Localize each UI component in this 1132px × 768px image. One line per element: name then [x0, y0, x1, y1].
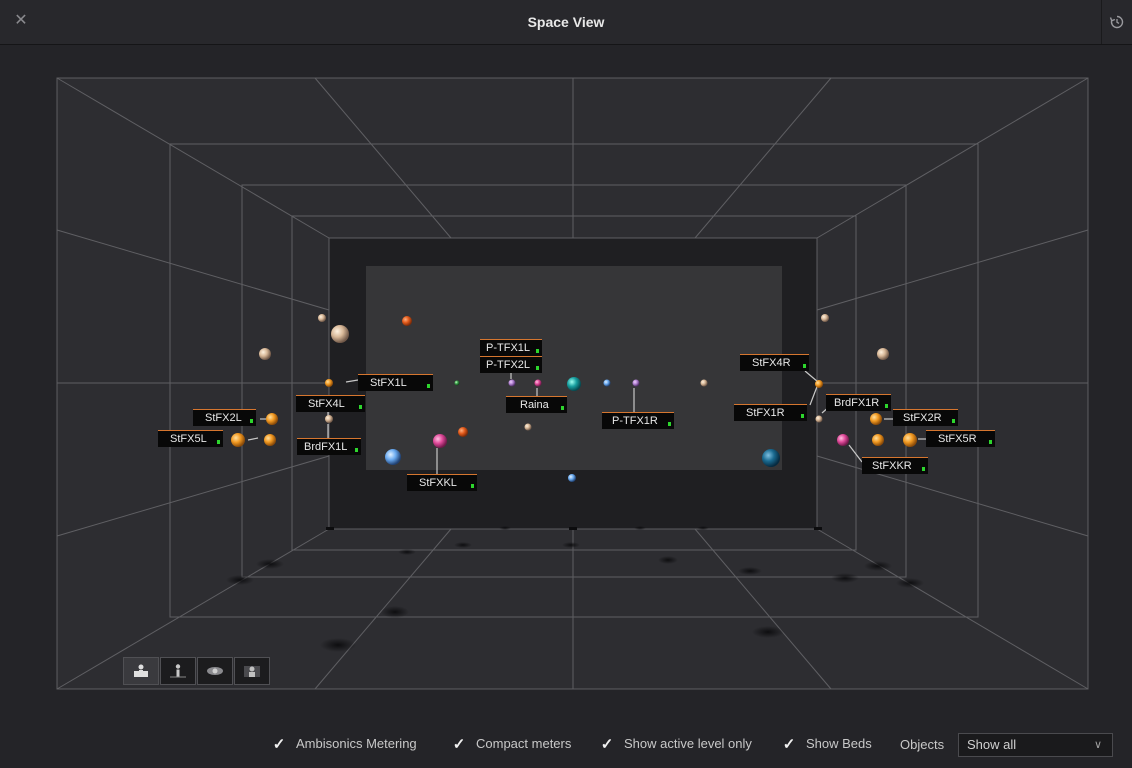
object-label-text: Raina	[520, 399, 549, 411]
front-view-icon	[134, 664, 148, 677]
object-label[interactable]: StFX1R	[734, 404, 807, 421]
level-meter	[470, 484, 474, 488]
object-label[interactable]: StFX2L	[193, 409, 256, 426]
object-label-text: BrdFX1L	[304, 441, 348, 453]
object-label-text: StFX1R	[746, 407, 785, 419]
checkmark-icon: ✓	[782, 735, 796, 753]
object-label[interactable]: StFX5L	[158, 430, 223, 447]
level-meter	[951, 419, 955, 423]
object-label-text: StFX5L	[170, 433, 207, 445]
objects-label: Objects	[900, 737, 945, 752]
object-label-text: StFX1L	[370, 377, 407, 389]
object-label[interactable]: StFX2R	[893, 409, 958, 426]
level-meter	[358, 405, 362, 409]
space-view-viewport[interactable]: P-TFX1L P-TFX2L Raina P-TFX1R StFX1L StF…	[0, 0, 1132, 768]
object-label[interactable]: StFXKR	[862, 457, 928, 474]
rear-view-icon	[244, 666, 260, 677]
object-label[interactable]: Raina	[506, 396, 567, 413]
object-label-text: P-TFX1L	[486, 342, 531, 354]
rear-view-button[interactable]	[234, 657, 270, 685]
object-label-text: StFX4R	[752, 357, 791, 369]
level-meter	[988, 440, 992, 444]
object-label[interactable]: P-TFX2L	[480, 356, 543, 373]
checkmark-icon: ✓	[452, 735, 466, 753]
footer-options: ✓ Ambisonics Metering ✓ Compact meters ✓…	[0, 722, 1132, 768]
checkmark-icon: ✓	[272, 735, 286, 753]
object-label[interactable]: StFX5R	[926, 430, 995, 447]
object-label-text: StFXKL	[419, 477, 457, 489]
object-label-text: StFXKR	[872, 460, 912, 472]
level-meter	[560, 406, 564, 410]
level-meter	[536, 349, 540, 353]
checkbox-label: Ambisonics Metering	[296, 736, 417, 751]
object-label[interactable]: P-TFX1R	[602, 412, 674, 429]
front-view-button[interactable]	[123, 657, 159, 685]
window-title: Space View	[527, 14, 605, 30]
objects-select-value: Show all	[967, 737, 1017, 752]
level-meter	[249, 419, 253, 423]
chevron-down-icon: ∨	[1093, 739, 1102, 751]
checkbox-label: Show active level only	[624, 736, 752, 751]
object-label-text: StFX4L	[308, 398, 345, 410]
level-meter	[667, 422, 671, 426]
compact-meters-checkbox[interactable]: ✓ Compact meters	[452, 735, 572, 753]
object-label-text: P-TFX1R	[612, 415, 658, 427]
object-label-text: StFX2R	[903, 412, 942, 424]
object-label[interactable]: StFX1L	[358, 374, 433, 391]
object-label[interactable]: BrdFX1R	[826, 394, 892, 411]
level-meter	[216, 440, 220, 444]
object-label[interactable]: P-TFX1L	[480, 339, 543, 356]
show-active-level-only-checkbox[interactable]: ✓ Show active level only	[600, 735, 752, 753]
object-label[interactable]: StFXKL	[407, 474, 477, 491]
object-label-text: BrdFX1R	[834, 397, 880, 409]
object-label-text: StFX5R	[938, 433, 977, 445]
title-bar: ✕ Space View	[0, 0, 1132, 45]
top-view-button[interactable]	[197, 657, 233, 685]
objects-select[interactable]: Show all ∨	[958, 733, 1113, 757]
checkbox-label: Show Beds	[806, 736, 872, 751]
object-label-text: StFX2L	[205, 412, 242, 424]
object-label[interactable]: StFX4L	[296, 395, 365, 412]
object-label[interactable]: StFX4R	[740, 354, 809, 371]
side-view-icon	[170, 664, 186, 678]
side-view-button[interactable]	[160, 657, 196, 685]
checkmark-icon: ✓	[600, 735, 614, 753]
level-meter	[355, 448, 359, 452]
level-meter	[885, 404, 889, 408]
checkbox-label: Compact meters	[476, 736, 572, 751]
level-meter	[921, 467, 925, 471]
object-label-text: P-TFX2L	[486, 359, 531, 371]
level-meter	[426, 384, 430, 388]
reset-view-button[interactable]	[1101, 0, 1132, 44]
level-meter	[536, 366, 540, 370]
top-view-icon	[207, 667, 223, 675]
ambisonics-metering-checkbox[interactable]: ✓ Ambisonics Metering	[272, 735, 417, 753]
show-beds-checkbox[interactable]: ✓ Show Beds	[782, 735, 872, 753]
level-meter	[802, 364, 806, 368]
reset-view-icon	[1109, 15, 1124, 29]
level-meter	[800, 414, 804, 418]
view-mode-buttons	[123, 657, 271, 685]
object-label[interactable]: BrdFX1L	[297, 438, 362, 455]
room-grid	[56, 77, 1089, 690]
